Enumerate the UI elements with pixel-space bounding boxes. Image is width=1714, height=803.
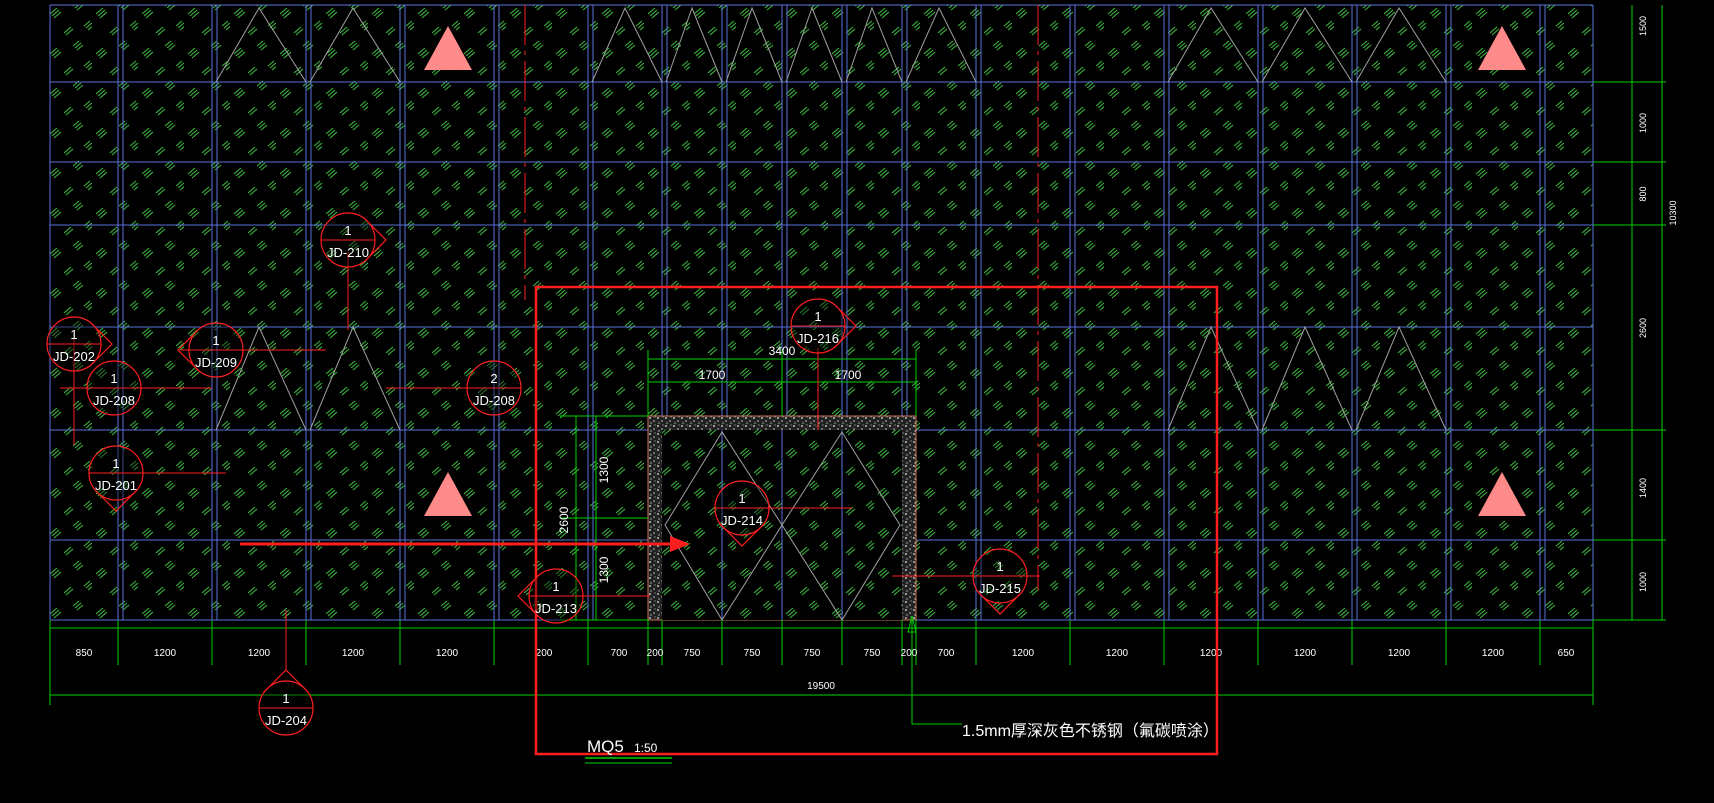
bottom-dim-text: 650: [1558, 648, 1575, 659]
right-dim-text: 1000: [1638, 572, 1648, 592]
callout-code: JD-208: [93, 393, 135, 408]
bottom-total-text: 19500: [807, 681, 835, 692]
callout-number: 2: [490, 371, 497, 386]
right-dim-text: 800: [1638, 186, 1648, 201]
bottom-dim-text: 1200: [436, 648, 459, 659]
callout-code: JD-214: [721, 513, 763, 528]
callout-number: 1: [344, 223, 351, 238]
callout-code: JD-201: [95, 478, 137, 493]
left-total-dim: 2600: [557, 506, 571, 533]
drawing-title[interactable]: MQ5 1:50: [585, 737, 672, 764]
right-dim-text: 1500: [1638, 16, 1648, 36]
door-frame: [647, 415, 917, 621]
callout-jd-208a[interactable]: 1 JD-208: [86, 360, 142, 416]
cad-drawing-canvas[interactable]: 850 1200 1200 1200 1200 200 700 200 750 750 750 750…: [0, 0, 1714, 803]
callout-jd-208b[interactable]: 2 JD-208: [466, 360, 522, 416]
drawing-title-text: MQ5: [587, 737, 624, 756]
callout-number: 1: [112, 456, 119, 471]
callout-number: 1: [212, 333, 219, 348]
bottom-dim-text: 750: [864, 648, 881, 659]
callout-jd-204[interactable]: 1 JD-204: [258, 669, 314, 736]
bottom-dim-text: 200: [901, 648, 918, 659]
bottom-dim-text: 750: [684, 648, 701, 659]
bottom-dim-text: 1200: [1200, 648, 1223, 659]
door-right-dim: 1700: [835, 368, 862, 382]
bottom-dim-text: 750: [744, 648, 761, 659]
bottom-dim-text: 200: [647, 648, 664, 659]
bottom-dim-text: 1200: [1482, 648, 1505, 659]
material-note[interactable]: 1.5mm厚深灰色不锈钢（氟碳喷涂）: [907, 615, 1219, 740]
left-upper-dim: 1300: [597, 456, 611, 483]
bottom-dim-text: 850: [76, 648, 93, 659]
right-dim-text: 1000: [1638, 113, 1648, 133]
bottom-dim-text: 1200: [1106, 648, 1129, 659]
callout-number: 1: [738, 491, 745, 506]
callout-code: JD-204: [265, 713, 307, 728]
bottom-dim-text: 1200: [342, 648, 365, 659]
right-dim-text: 2600: [1638, 318, 1648, 338]
callout-number: 1: [996, 559, 1003, 574]
callout-code: JD-202: [53, 349, 95, 364]
left-lower-dim: 1300: [597, 556, 611, 583]
callout-number: 1: [282, 691, 289, 706]
callout-code: JD-208: [473, 393, 515, 408]
callout-code: JD-209: [195, 355, 237, 370]
callout-code: JD-216: [797, 331, 839, 346]
door-left-dim: 1700: [699, 368, 726, 382]
callout-number: 1: [552, 579, 559, 594]
callout-number: 1: [110, 371, 117, 386]
bottom-dim-text: 1200: [1012, 648, 1035, 659]
callout-number: 1: [814, 309, 821, 324]
callout-code: JD-213: [535, 601, 577, 616]
drawing-scale-text: 1:50: [634, 741, 658, 755]
right-dim-text: 1400: [1638, 478, 1648, 498]
bottom-dim-text: 1200: [154, 648, 177, 659]
bottom-dim-text: 200: [536, 648, 553, 659]
right-dim-total: 10300: [1668, 200, 1678, 225]
callout-number: 1: [70, 327, 77, 342]
bottom-dim-text: 700: [938, 648, 955, 659]
bottom-dim-text: 1200: [1294, 648, 1317, 659]
material-note-text: 1.5mm厚深灰色不锈钢（氟碳喷涂）: [962, 722, 1219, 740]
callout-code: JD-215: [979, 581, 1021, 596]
bottom-dim-text: 1200: [248, 648, 271, 659]
callout-code: JD-210: [327, 245, 369, 260]
bottom-dim-text: 700: [611, 648, 628, 659]
note-leader: [911, 620, 962, 725]
bottom-dim-text: 750: [804, 648, 821, 659]
door-total-dim: 3400: [769, 344, 796, 358]
right-dimension-chain: 1500 1000 800 2600 1400 1000 10300: [1638, 16, 1678, 592]
bottom-dim-text: 1200: [1388, 648, 1411, 659]
